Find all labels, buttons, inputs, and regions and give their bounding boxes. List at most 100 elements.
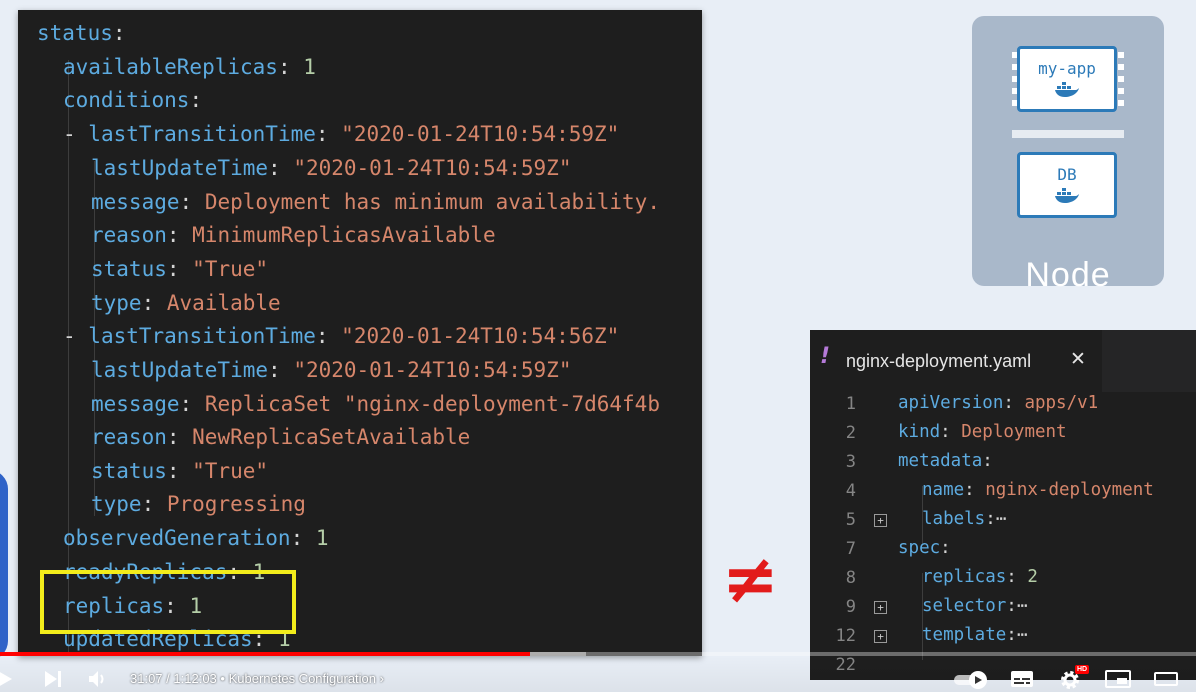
code-line: replicas: 2 (922, 563, 1038, 592)
play-icon[interactable] (0, 669, 14, 689)
line-number: 9 (845, 597, 856, 617)
yaml-value: "True" (192, 459, 269, 483)
yaml-value: nginx-deployment (985, 480, 1154, 500)
code-line: labels:⋯ (922, 505, 1006, 534)
miniplayer-icon[interactable] (1105, 670, 1131, 688)
fold-expand-icon[interactable]: + (874, 514, 887, 527)
code-line: status: "True" (91, 454, 268, 488)
tab-title: nginx-deployment.yaml (846, 351, 1032, 371)
yaml-value: "2020-01-24T10:54:59Z" (293, 156, 572, 180)
yaml-key: observedGeneration (63, 526, 291, 550)
yaml-punct: : (112, 21, 126, 45)
yaml-punct: : (141, 291, 167, 315)
container-name: my-app (1038, 59, 1096, 78)
yaml-punct: : (166, 257, 193, 281)
yaml-punct: : (141, 492, 167, 516)
code-line: template:⋯ (922, 621, 1027, 650)
yaml-key: replicas (922, 567, 1007, 587)
yaml-punct: : (179, 392, 205, 416)
code-line: lastUpdateTime: "2020-01-24T10:54:59Z" (91, 353, 571, 387)
line-number: 5 (845, 510, 856, 530)
yaml-key: labels (922, 509, 986, 529)
yaml-key: message (91, 190, 180, 214)
code-line: status: (37, 16, 126, 50)
line-number: 8 (845, 568, 856, 588)
next-icon[interactable] (44, 670, 64, 688)
yaml-key: conditions (63, 88, 190, 112)
node-diagram: my-app DB Node (972, 16, 1164, 294)
yaml-key: status (37, 21, 113, 45)
yaml-key: type (91, 492, 142, 516)
yaml-punct: : (268, 358, 294, 382)
close-icon[interactable]: ✕ (1070, 348, 1086, 370)
yaml-punct: : (315, 324, 342, 348)
yaml-punct: : (277, 55, 304, 79)
line-number: 1 (845, 394, 856, 414)
autoplay-toggle[interactable] (952, 670, 988, 690)
yaml-punct: - (63, 122, 89, 146)
yaml-key: metadata (898, 451, 983, 471)
yaml-value: NewReplicaSetAvailable (192, 425, 471, 449)
time-display: 31:07 / 1:12:03 • Kubernetes Configurati… (130, 671, 384, 686)
yaml-value: Available (166, 291, 281, 315)
yaml-value: ReplicaSet "nginx-deployment-7d64f4b (204, 392, 660, 416)
volume-icon[interactable] (88, 670, 110, 688)
code-line: reason: MinimumReplicasAvailable (91, 218, 496, 252)
editor-tab[interactable]: ! nginx-deployment.yaml ✕ (810, 330, 1102, 392)
yaml-value: 1 (315, 526, 329, 550)
yaml-punct: : (940, 538, 951, 558)
yaml-punct: - (63, 324, 89, 348)
yaml-punct: : (166, 425, 193, 449)
hd-badge: HD (1075, 665, 1090, 674)
yaml-key: lastUpdateTime (91, 358, 269, 382)
code-line: metadata: (898, 447, 993, 476)
node-label: Node (1025, 256, 1111, 294)
container-my-app: my-app (1017, 46, 1117, 112)
container-db: DB (1017, 152, 1117, 218)
code-line: - lastTransitionTime: "2020-01-24T10:54:… (63, 319, 619, 353)
yaml-value: 2 (1027, 567, 1038, 587)
fold-expand-icon[interactable]: + (874, 601, 887, 614)
yaml-value: Deployment (961, 422, 1067, 442)
node-separator (1012, 130, 1124, 138)
code-line: spec: (898, 534, 951, 563)
yaml-key: selector (922, 596, 1007, 616)
subtitles-icon[interactable] (1010, 670, 1034, 688)
yaml-punct: : (964, 480, 986, 500)
chapter-separator: • (220, 671, 229, 686)
yaml-punct: : (940, 422, 962, 442)
container-edge (1118, 52, 1124, 108)
code-line: kind: Deployment (898, 418, 1067, 447)
yaml-punct: : (189, 88, 203, 112)
container-name: DB (1057, 165, 1077, 184)
yaml-punct: :⋯ (985, 509, 1007, 529)
code-line: lastUpdateTime: "2020-01-24T10:54:59Z" (91, 151, 571, 185)
yaml-key: template (922, 625, 1007, 645)
code-line: name: nginx-deployment (922, 476, 1154, 505)
yaml-punct: : (268, 156, 294, 180)
yaml-key: apiVersion (898, 393, 1004, 413)
fold-expand-icon[interactable]: + (874, 630, 887, 643)
yaml-key: lastTransitionTime (88, 122, 316, 146)
left-edge-blob (0, 470, 8, 660)
line-number: 2 (845, 423, 856, 443)
chevron-right-icon[interactable]: › (380, 671, 384, 686)
code-line: apiVersion: apps/v1 (898, 389, 1098, 418)
yaml-key: spec (898, 538, 941, 558)
yaml-value: "2020-01-24T10:54:59Z" (293, 358, 572, 382)
yaml-file-icon: ! (820, 344, 831, 369)
yaml-value: "True" (192, 257, 269, 281)
chapter-title[interactable]: Kubernetes Configuration (229, 671, 376, 686)
code-line: selector:⋯ (922, 592, 1027, 621)
yaml-key: message (91, 392, 180, 416)
yaml-key: reason (91, 223, 167, 247)
deployment-yaml-editor: ! nginx-deployment.yaml ✕ 1 apiVersion: a… (810, 330, 1196, 680)
yaml-key: kind (898, 422, 941, 442)
yaml-key: status (91, 257, 167, 281)
yaml-punct: : (166, 459, 193, 483)
yaml-punct: : (179, 190, 205, 214)
not-equal-sign: ≠ (722, 540, 779, 619)
theater-mode-icon[interactable] (1154, 672, 1178, 686)
code-line: reason: NewReplicaSetAvailable (91, 420, 470, 454)
yaml-punct: : (1003, 393, 1025, 413)
